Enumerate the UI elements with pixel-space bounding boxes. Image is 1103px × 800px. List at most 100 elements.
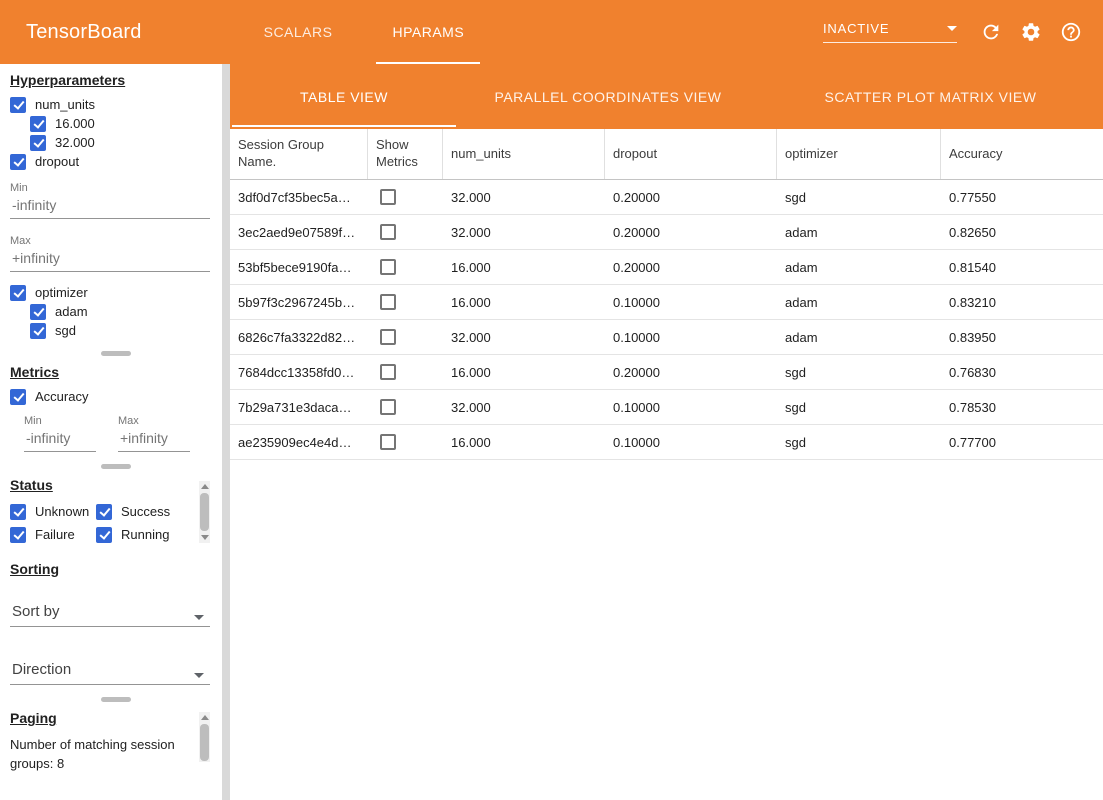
show-metrics-checkbox[interactable] <box>380 259 396 275</box>
status-failure[interactable]: Failure <box>10 526 96 543</box>
status-scrollbar[interactable] <box>199 481 210 543</box>
hparam-dropout[interactable]: dropout <box>10 153 222 170</box>
section-resize-handle[interactable] <box>101 697 131 702</box>
hparam-num-units-label: num_units <box>35 97 95 112</box>
table-row[interactable]: 3df0d7cf35bec5a… 32.000 0.20000 sgd 0.77… <box>230 180 1103 215</box>
accuracy-value: 0.83950 <box>941 330 1103 345</box>
metric-min-input[interactable]: -infinity <box>24 427 96 452</box>
column-header-session-group-name[interactable]: Session Group Name. <box>230 129 368 179</box>
status-label: Success <box>121 504 170 519</box>
top-app-bar: TensorBoard SCALARS HPARAMS INACTIVE <box>0 0 1103 64</box>
session-group-name: 3ec2aed9e07589f… <box>230 225 368 240</box>
scrollbar-thumb[interactable] <box>200 724 209 761</box>
optimizer-value: sgd <box>777 435 941 450</box>
scrollbar-thumb[interactable] <box>200 493 209 531</box>
sidebar-main-divider[interactable] <box>222 64 230 800</box>
metrics-heading: Metrics <box>10 364 222 380</box>
accuracy-value: 0.82650 <box>941 225 1103 240</box>
show-metrics-checkbox[interactable] <box>380 294 396 310</box>
status-running[interactable]: Running <box>96 526 188 543</box>
dropout-max-input[interactable]: +infinity <box>10 247 210 272</box>
show-metrics-checkbox[interactable] <box>380 364 396 380</box>
hparam-optimizer[interactable]: optimizer <box>10 284 222 301</box>
table-row[interactable]: 6826c7fa3322d82… 32.000 0.10000 adam 0.8… <box>230 320 1103 355</box>
sort-by-select[interactable]: Sort by <box>10 603 210 627</box>
scroll-down-arrow-icon[interactable] <box>201 535 209 540</box>
show-metrics-checkbox[interactable] <box>380 189 396 205</box>
checkbox-checked-icon[interactable] <box>30 304 46 320</box>
column-header-show-metrics[interactable]: Show Metrics <box>368 129 443 179</box>
show-metrics-checkbox[interactable] <box>380 399 396 415</box>
table-row[interactable]: 3ec2aed9e07589f… 32.000 0.20000 adam 0.8… <box>230 215 1103 250</box>
reload-status-select[interactable]: INACTIVE <box>823 21 957 43</box>
checkbox-checked-icon[interactable] <box>30 323 46 339</box>
checkbox-checked-icon[interactable] <box>10 97 26 113</box>
hparam-num-units-value-32[interactable]: 32.000 <box>30 134 222 151</box>
tab-parallel-coordinates-view[interactable]: PARALLEL COORDINATES VIEW <box>458 64 758 129</box>
direction-select[interactable]: Direction <box>10 661 210 685</box>
table-row[interactable]: 7b29a731e3daca… 32.000 0.10000 sgd 0.785… <box>230 390 1103 425</box>
checkbox-checked-icon[interactable] <box>10 389 26 405</box>
status-success[interactable]: Success <box>96 503 188 520</box>
tab-scatter-plot-matrix-view[interactable]: SCATTER PLOT MATRIX VIEW <box>758 64 1103 129</box>
table-row[interactable]: ae235909ec4e4d… 16.000 0.10000 sgd 0.777… <box>230 425 1103 460</box>
checkbox-checked-icon[interactable] <box>30 135 46 151</box>
metric-accuracy[interactable]: Accuracy <box>10 388 222 405</box>
refresh-button[interactable] <box>971 12 1011 52</box>
column-header-dropout[interactable]: dropout <box>605 129 777 179</box>
show-metrics-checkbox[interactable] <box>380 224 396 240</box>
hparam-optimizer-value-adam[interactable]: adam <box>30 303 222 320</box>
status-label: Running <box>121 527 169 542</box>
metric-minmax-filters: Min -infinity Max +infinity <box>24 415 222 452</box>
show-metrics-cell <box>368 294 443 310</box>
show-metrics-cell <box>368 399 443 415</box>
metric-max-input[interactable]: +infinity <box>118 427 190 452</box>
refresh-icon <box>980 21 1002 43</box>
hparam-dropout-label: dropout <box>35 154 79 169</box>
checkbox-checked-icon[interactable] <box>96 504 112 520</box>
page-content: Hyperparameters num_units 16.000 32.000 … <box>0 64 1103 800</box>
show-metrics-cell <box>368 259 443 275</box>
sort-by-value: Sort by <box>12 603 60 620</box>
table-row[interactable]: 5b97f3c2967245b… 16.000 0.10000 adam 0.8… <box>230 285 1103 320</box>
status-unknown[interactable]: Unknown <box>10 503 96 520</box>
tab-scalars[interactable]: SCALARS <box>234 0 363 64</box>
hparam-num-units[interactable]: num_units <box>10 96 222 113</box>
direction-value: Direction <box>12 661 71 678</box>
show-metrics-checkbox[interactable] <box>380 329 396 345</box>
scroll-up-arrow-icon[interactable] <box>201 715 209 720</box>
topbar-actions: INACTIVE <box>823 0 1091 64</box>
section-resize-handle[interactable] <box>101 464 131 469</box>
checkbox-checked-icon[interactable] <box>30 116 46 132</box>
checkbox-checked-icon[interactable] <box>10 504 26 520</box>
table-row[interactable]: 7684dcc13358fd0… 16.000 0.20000 sgd 0.76… <box>230 355 1103 390</box>
show-metrics-checkbox[interactable] <box>380 434 396 450</box>
checkbox-checked-icon[interactable] <box>10 154 26 170</box>
help-button[interactable] <box>1051 12 1091 52</box>
metric-min-label: Min <box>24 415 96 427</box>
session-group-name: ae235909ec4e4d… <box>230 435 368 450</box>
table-row[interactable]: 53bf5bece9190fa… 16.000 0.20000 adam 0.8… <box>230 250 1103 285</box>
accuracy-value: 0.83210 <box>941 295 1103 310</box>
checkbox-checked-icon[interactable] <box>10 285 26 301</box>
section-resize-handle[interactable] <box>101 351 131 356</box>
scroll-up-arrow-icon[interactable] <box>201 484 209 489</box>
column-header-optimizer[interactable]: optimizer <box>777 129 941 179</box>
num-units-value: 32.000 <box>443 190 605 205</box>
hparam-num-units-value-16[interactable]: 16.000 <box>30 115 222 132</box>
tab-table-view[interactable]: TABLE VIEW <box>230 64 458 129</box>
tab-hparams[interactable]: HPARAMS <box>362 0 494 64</box>
hparam-optimizer-value-sgd[interactable]: sgd <box>30 322 222 339</box>
session-group-name: 7b29a731e3daca… <box>230 400 368 415</box>
dropout-min-input[interactable]: -infinity <box>10 194 210 219</box>
accuracy-value: 0.78530 <box>941 400 1103 415</box>
help-icon <box>1060 21 1082 43</box>
checkbox-checked-icon[interactable] <box>96 527 112 543</box>
column-header-num-units[interactable]: num_units <box>443 129 605 179</box>
column-header-accuracy[interactable]: Accuracy <box>941 129 1103 179</box>
status-label: Unknown <box>35 504 89 519</box>
settings-button[interactable] <box>1011 12 1051 52</box>
sorting-heading: Sorting <box>10 561 222 577</box>
paging-scrollbar[interactable] <box>199 712 210 762</box>
checkbox-checked-icon[interactable] <box>10 527 26 543</box>
